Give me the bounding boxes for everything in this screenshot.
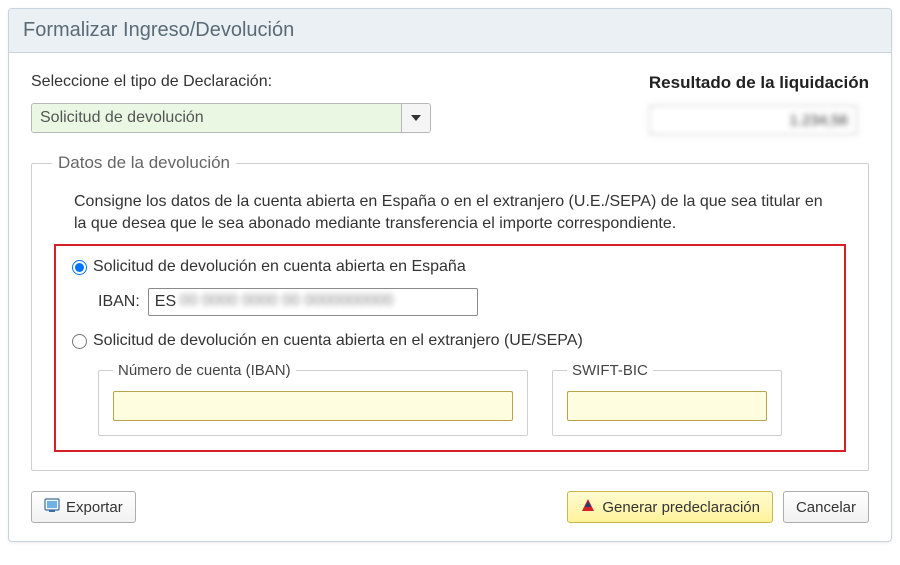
foreign-subfields: Número de cuenta (IBAN) SWIFT-BIC — [98, 362, 828, 436]
result-value-input — [649, 105, 857, 135]
chevron-down-icon[interactable] — [402, 104, 430, 132]
top-row: Seleccione el tipo de Declaración: Solic… — [31, 73, 869, 135]
radio-spain-input[interactable] — [72, 260, 87, 275]
panel-title: Formalizar Ingreso/Devolución — [9, 9, 891, 53]
cancel-button-label: Cancelar — [796, 499, 856, 516]
button-row: Exportar Generar predeclaración Cancelar — [31, 491, 869, 523]
declaration-type-dropdown[interactable]: Solicitud de devolución — [31, 103, 431, 133]
main-panel: Formalizar Ingreso/Devolución Seleccione… — [8, 8, 892, 542]
highlight-box: Solicitud de devolución en cuenta abiert… — [54, 244, 846, 452]
radio-foreign-input[interactable] — [72, 334, 87, 349]
refund-data-fieldset: Datos de la devolución Consigne los dato… — [31, 153, 869, 471]
foreign-iban-input[interactable] — [113, 391, 513, 421]
swift-fieldset: SWIFT-BIC — [552, 362, 782, 436]
radio-foreign-label: Solicitud de devolución en cuenta abiert… — [93, 332, 583, 350]
generate-button-label: Generar predeclaración — [602, 499, 760, 516]
swift-legend: SWIFT-BIC — [567, 362, 653, 379]
generate-predeclaration-button[interactable]: Generar predeclaración — [567, 491, 773, 523]
export-icon — [44, 497, 60, 517]
cancel-button[interactable]: Cancelar — [783, 491, 869, 523]
swift-input[interactable] — [567, 391, 767, 421]
export-button[interactable]: Exportar — [31, 491, 136, 523]
result-label: Resultado de la liquidación — [649, 73, 869, 93]
radio-spain-account[interactable]: Solicitud de devolución en cuenta abiert… — [72, 258, 828, 276]
export-button-label: Exportar — [66, 499, 123, 516]
foreign-iban-fieldset: Número de cuenta (IBAN) — [98, 362, 528, 436]
radio-spain-label: Solicitud de devolución en cuenta abiert… — [93, 258, 466, 276]
radio-foreign-account[interactable]: Solicitud de devolución en cuenta abiert… — [72, 332, 828, 350]
refund-instructions: Consigne los datos de la cuenta abierta … — [74, 191, 838, 234]
iban-input[interactable] — [148, 288, 478, 316]
declaration-type-label: Seleccione el tipo de Declaración: — [31, 73, 431, 91]
iban-label: IBAN: — [98, 293, 140, 311]
panel-body: Seleccione el tipo de Declaración: Solic… — [9, 53, 891, 541]
declaration-type-value: Solicitud de devolución — [32, 104, 402, 132]
foreign-iban-legend: Número de cuenta (IBAN) — [113, 362, 296, 379]
agency-logo-icon — [580, 497, 596, 517]
iban-row: IBAN: 00 0000 0000 00 0000000000 — [98, 288, 828, 316]
refund-data-legend: Datos de la devolución — [52, 153, 236, 173]
